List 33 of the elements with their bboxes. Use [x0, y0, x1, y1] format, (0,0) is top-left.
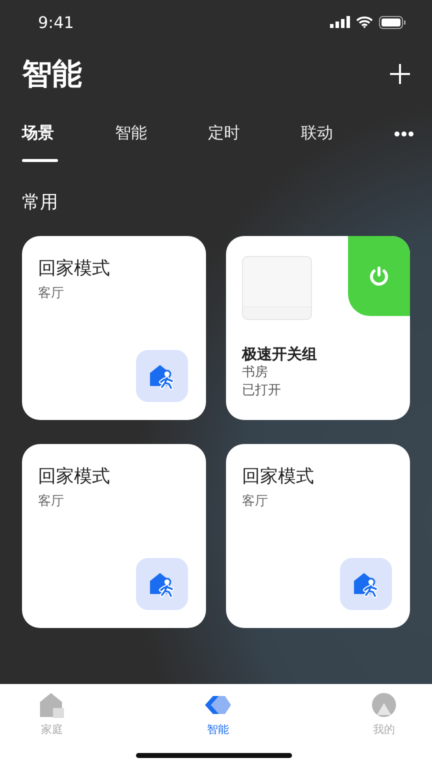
page-title: 智能 [22, 56, 82, 94]
power-icon [368, 265, 390, 287]
house-icon [39, 692, 65, 718]
scene-name: 回家模式 [38, 257, 111, 280]
device-name: 极速开关组 [242, 345, 318, 364]
category-tab[interactable]: 定时 [208, 114, 248, 162]
home-person-icon[interactable] [136, 350, 188, 402]
category-tab[interactable]: 智能 [115, 114, 155, 162]
person-icon [371, 692, 397, 718]
battery-icon [379, 16, 406, 28]
switch-thumbnail [242, 256, 312, 320]
more-icon[interactable] [394, 131, 414, 137]
home-person-icon[interactable] [340, 558, 392, 610]
scene-name: 回家模式 [38, 465, 111, 488]
home-person-icon[interactable] [136, 558, 188, 610]
device-status: 已打开 [242, 382, 282, 400]
room-label: 客厅 [38, 285, 65, 302]
scene-name: 回家模式 [242, 465, 315, 488]
status-time: 9:41 [38, 12, 74, 32]
wifi-icon [356, 16, 373, 28]
category-tab[interactable]: 联动 [301, 114, 341, 162]
scene-card[interactable]: 回家模式 客厅 [226, 444, 410, 628]
section-title: 常用 [22, 191, 59, 214]
scene-card[interactable]: 回家模式 客厅 [22, 444, 206, 628]
room-label: 客厅 [242, 493, 269, 510]
room-label: 客厅 [38, 493, 65, 510]
category-tab[interactable]: 场景 [22, 114, 62, 162]
nav-tab[interactable]: 智能 [190, 684, 246, 768]
device-card[interactable]: 极速开关组 书房 已打开 [226, 236, 410, 420]
scene-card[interactable]: 回家模式 客厅 [22, 236, 206, 420]
room-label: 书房 [242, 364, 269, 382]
signal-icon [330, 16, 350, 28]
add-icon[interactable] [390, 64, 410, 84]
